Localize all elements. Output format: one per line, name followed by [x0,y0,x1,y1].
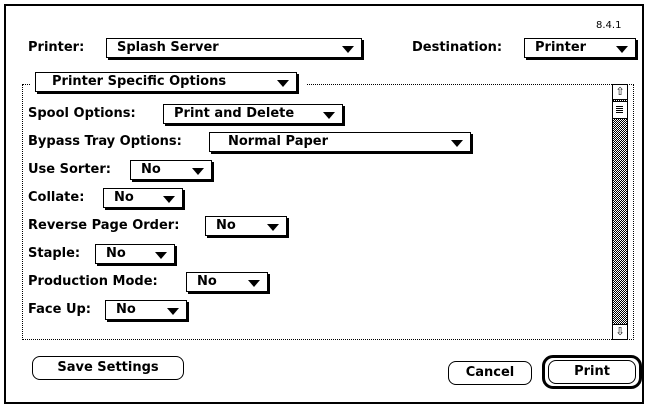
production-mode-label: Production Mode: [28,274,158,289]
spool-options-popup[interactable]: Print and Delete [163,104,343,124]
destination-label: Destination: [412,40,503,55]
collate-value: No [114,190,134,205]
staple-popup[interactable]: No [95,244,175,264]
collate-popup[interactable]: No [103,188,183,208]
use-sorter-value: No [141,162,161,177]
cancel-label: Cancel [465,365,515,380]
reverse-page-order-value: No [216,218,236,233]
staple-value: No [106,246,126,261]
use-sorter-popup[interactable]: No [130,160,212,180]
version-label: 8.4.1 [596,20,622,31]
staple-label: Staple: [28,246,81,261]
options-scrollbar[interactable]: ⇧ ⇩ [612,84,628,340]
production-mode-popup[interactable]: No [186,272,268,292]
section-popup-value: Printer Specific Options [52,74,227,89]
face-up-label: Face Up: [28,302,92,317]
chevron-down-icon [163,196,175,203]
destination-popup[interactable]: Printer [524,38,636,58]
face-up-popup[interactable]: No [105,300,187,320]
reverse-page-order-label: Reverse Page Order: [28,218,180,233]
printer-label: Printer: [28,40,85,55]
chevron-down-icon [277,80,289,87]
destination-popup-value: Printer [535,40,587,55]
scroll-thumb[interactable] [613,101,627,119]
chevron-down-icon [323,112,335,119]
save-settings-label: Save Settings [57,360,159,375]
bypass-tray-value: Normal Paper [228,134,329,149]
chevron-down-icon [616,46,628,53]
chevron-down-icon [342,46,354,53]
chevron-down-icon [155,252,167,259]
chevron-down-icon [192,168,204,175]
chevron-down-icon [267,224,279,231]
face-up-value: No [116,302,136,317]
chevron-down-icon [167,308,179,315]
section-popup[interactable]: Printer Specific Options [35,72,297,92]
spool-options-value: Print and Delete [174,106,295,121]
spool-options-label: Spool Options: [28,106,136,121]
bypass-tray-popup[interactable]: Normal Paper [209,132,471,152]
chevron-down-icon [451,140,463,147]
bypass-tray-label: Bypass Tray Options: [28,134,182,149]
scroll-down-arrow-icon[interactable]: ⇩ [613,324,627,339]
save-settings-button[interactable]: Save Settings [32,356,184,380]
collate-label: Collate: [28,190,85,205]
cancel-button[interactable]: Cancel [448,361,532,385]
production-mode-value: No [197,274,217,289]
use-sorter-label: Use Sorter: [28,162,111,177]
scroll-up-arrow-icon[interactable]: ⇧ [613,85,627,100]
print-label: Print [574,364,610,379]
chevron-down-icon [248,280,260,287]
print-dialog: 8.4.1 Printer: Splash Server Destination… [4,4,644,404]
printer-popup-value: Splash Server [117,40,219,55]
printer-popup[interactable]: Splash Server [106,38,362,58]
reverse-page-order-popup[interactable]: No [205,216,287,236]
print-button[interactable]: Print [548,360,636,384]
